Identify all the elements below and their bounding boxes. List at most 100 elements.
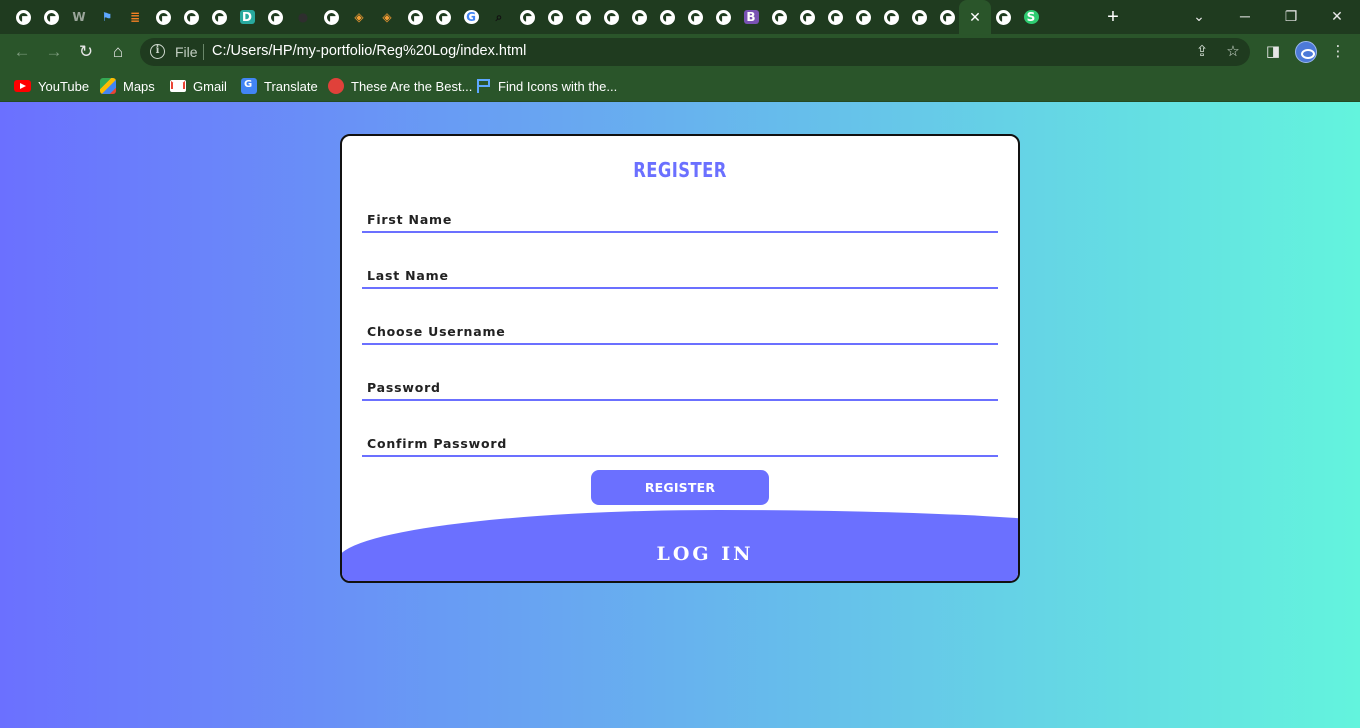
register-button[interactable]: REGISTER: [591, 470, 769, 505]
login-label[interactable]: LOG IN: [342, 543, 1018, 565]
url-text[interactable]: C:/Users/HP/my-portfolio/Reg%20Log/index…: [212, 43, 526, 59]
globe-icon: [799, 9, 815, 25]
browser-tab[interactable]: ≣: [124, 6, 146, 28]
browser-tab[interactable]: [684, 6, 706, 28]
scheme-label: File: [175, 44, 198, 60]
browser-tab[interactable]: [320, 6, 342, 28]
browser-tab[interactable]: [572, 6, 594, 28]
side-panel-icon[interactable]: ◨: [1261, 40, 1285, 64]
reload-icon[interactable]: ↻: [74, 40, 98, 64]
browser-tab[interactable]: S: [1020, 6, 1042, 28]
globe-icon: [267, 9, 283, 25]
browser-tab[interactable]: D: [236, 6, 258, 28]
globe-icon: [407, 9, 423, 25]
omnibox-divider: [203, 44, 204, 60]
globe-icon: [771, 9, 787, 25]
github-icon: ●: [297, 10, 309, 24]
browser-tab[interactable]: B: [740, 6, 762, 28]
browser-toolbar: ← → ↻ ⌂ i File C:/Users/HP/my-portfolio/…: [0, 34, 1360, 70]
bookmark-maps[interactable]: Maps: [100, 76, 155, 96]
register-card: REGISTER REGISTER LOG IN: [340, 134, 1020, 583]
bookmark-gmail[interactable]: Gmail: [170, 76, 227, 96]
bookmark-these-are-the-best[interactable]: These Are the Best...: [328, 76, 472, 96]
forward-icon[interactable]: →: [42, 40, 66, 64]
register-title: REGISTER: [633, 158, 727, 182]
browser-tab[interactable]: ◈: [376, 6, 398, 28]
browser-tab[interactable]: [12, 6, 34, 28]
last-name-input[interactable]: [362, 263, 998, 287]
browser-tab[interactable]: G: [460, 6, 482, 28]
browser-tab[interactable]: [432, 6, 454, 28]
browser-tab[interactable]: [628, 6, 650, 28]
tab-search-icon[interactable]: ⌄: [1185, 4, 1213, 28]
first-name-input[interactable]: [362, 207, 998, 231]
bookmark-find-icons[interactable]: Find Icons with the...: [476, 76, 617, 96]
globe-icon: [519, 9, 535, 25]
browser-tab[interactable]: [992, 6, 1014, 28]
globe-icon: [631, 9, 647, 25]
bookmark-youtube[interactable]: YouTube: [14, 76, 89, 96]
bookmarks-bar: YouTube Maps Gmail G Translate These Are…: [0, 70, 1360, 102]
browser-tab[interactable]: [152, 6, 174, 28]
browser-tab[interactable]: ◈: [348, 6, 370, 28]
page-background: REGISTER REGISTER LOG IN: [0, 102, 1360, 728]
browser-tab[interactable]: [852, 6, 874, 28]
translate-icon: G: [241, 78, 257, 94]
w3-icon: W: [72, 10, 86, 24]
confirm-password-input[interactable]: [362, 431, 998, 455]
acrobat-icon: [328, 78, 344, 94]
browser-tab[interactable]: [824, 6, 846, 28]
browser-tab[interactable]: [404, 6, 426, 28]
back-icon[interactable]: ←: [10, 40, 34, 64]
menu-icon[interactable]: ⋮: [1326, 40, 1350, 64]
browser-tab[interactable]: [264, 6, 286, 28]
bookmark-label: These Are the Best...: [351, 78, 473, 94]
globe-icon: [15, 9, 31, 25]
close-window-icon[interactable]: ✕: [1323, 4, 1351, 28]
bookmark-label: Translate: [264, 78, 318, 94]
youtube-icon: [14, 80, 31, 92]
browser-tab[interactable]: [768, 6, 790, 28]
globe-icon: [827, 9, 843, 25]
globe-icon: [575, 9, 591, 25]
minimize-icon[interactable]: ─: [1231, 4, 1259, 28]
restore-icon[interactable]: ❐: [1277, 4, 1305, 28]
browser-tab[interactable]: [544, 6, 566, 28]
browser-tab[interactable]: [712, 6, 734, 28]
bookmark-label: Find Icons with the...: [498, 78, 618, 94]
browser-tab[interactable]: ⚑: [96, 6, 118, 28]
globe-icon: [659, 9, 675, 25]
password-input[interactable]: [362, 375, 998, 399]
new-tab-button[interactable]: +: [1102, 6, 1124, 28]
browser-tab[interactable]: [880, 6, 902, 28]
bookmark-translate[interactable]: G Translate: [241, 76, 318, 96]
browser-tab[interactable]: [208, 6, 230, 28]
browser-tab[interactable]: ⌕: [488, 6, 510, 28]
browser-tab[interactable]: W: [68, 6, 90, 28]
browser-tab[interactable]: [516, 6, 538, 28]
share-icon[interactable]: ⇪: [1192, 42, 1212, 62]
close-tab-icon[interactable]: ✕: [969, 9, 981, 26]
gmail-icon: [170, 80, 186, 92]
username-input[interactable]: [362, 319, 998, 343]
browser-tab[interactable]: [936, 6, 958, 28]
address-bar[interactable]: i File C:/Users/HP/my-portfolio/Reg%20Lo…: [140, 38, 1250, 66]
site-info-icon[interactable]: i: [150, 44, 165, 59]
browser-tab[interactable]: [656, 6, 678, 28]
browser-tab[interactable]: [40, 6, 62, 28]
browser-tab[interactable]: [600, 6, 622, 28]
browser-tab[interactable]: [796, 6, 818, 28]
browser-tab[interactable]: ✕: [959, 0, 991, 34]
globe-icon: [939, 9, 955, 25]
s-circle-icon: S: [1023, 10, 1039, 24]
globe-icon: [43, 9, 59, 25]
browser-tab[interactable]: ●: [292, 6, 314, 28]
browser-tab[interactable]: [908, 6, 930, 28]
profile-avatar[interactable]: [1295, 41, 1317, 63]
bookmark-star-icon[interactable]: ☆: [1223, 42, 1243, 62]
bookmark-label: Gmail: [193, 78, 227, 94]
globe-icon: [155, 9, 171, 25]
browser-tab[interactable]: [180, 6, 202, 28]
first-name-field: [362, 207, 998, 233]
home-icon[interactable]: ⌂: [106, 40, 130, 64]
